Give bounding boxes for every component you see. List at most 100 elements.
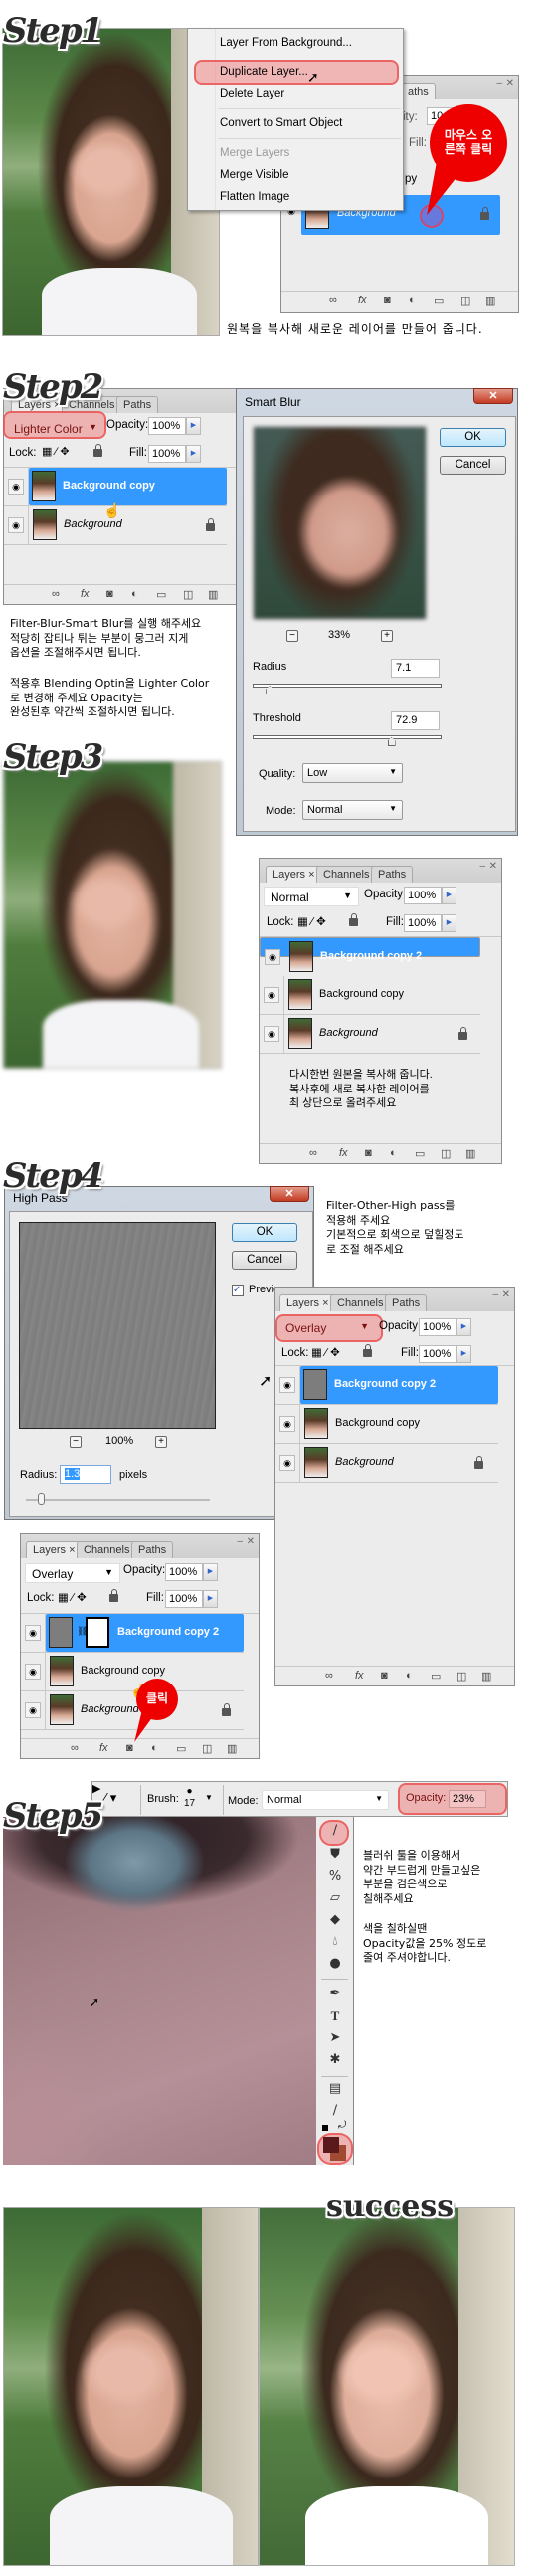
cancel-button[interactable]: Cancel (440, 456, 506, 475)
fill-arrow[interactable]: ▶ (186, 445, 201, 463)
opacity-arrow[interactable]: ▶ (92, 1783, 100, 1795)
menu-item-layer-from-background[interactable]: Layer From Background... (220, 37, 352, 49)
radius-input[interactable]: 1.3 (60, 1465, 111, 1484)
opacity-arrow[interactable]: ▶ (203, 1563, 218, 1581)
radius-slider[interactable] (253, 684, 442, 688)
zoom-out-button[interactable]: − (70, 1436, 82, 1448)
blend-mode-select[interactable]: Overlay ▼ (279, 1318, 375, 1338)
tab-channels[interactable]: Channels (316, 866, 377, 883)
layer-row[interactable]: ◉ Background copy 2 (260, 937, 480, 972)
default-colors-icon[interactable] (322, 2125, 328, 2131)
stamp-tool-icon[interactable]: ⛊ (324, 1847, 346, 1867)
blend-mode-select[interactable]: Normal ▼ (264, 887, 359, 906)
menu-item-convert-smart-object[interactable]: Convert to Smart Object (220, 117, 342, 129)
zoom-in-button[interactable]: + (155, 1436, 167, 1448)
preview-checkbox[interactable]: ✓ (232, 1285, 244, 1296)
close-icon[interactable]: ✕ (502, 1289, 510, 1300)
fill-arrow[interactable]: ▶ (456, 1345, 471, 1363)
layer-row[interactable]: ◉ Background (260, 1015, 480, 1054)
lock-icons[interactable]: ▦ ∕ ✥ (42, 445, 70, 458)
trash-icon[interactable]: ▥ (485, 295, 495, 307)
add-mask-icon[interactable]: ◙ (126, 1742, 133, 1754)
opacity-arrow[interactable]: ▶ (442, 887, 456, 904)
folder-icon[interactable]: ▭ (434, 295, 444, 307)
threshold-input[interactable]: 72.9 (391, 711, 440, 730)
tab-paths[interactable]: Paths (371, 866, 414, 883)
lock-icons[interactable]: ▦ ∕ ✥ (58, 1590, 87, 1604)
menu-item-merge-visible[interactable]: Merge Visible (220, 169, 288, 181)
minimize-icon[interactable]: – (492, 1289, 498, 1300)
menu-item-delete-layer[interactable]: Delete Layer (220, 88, 284, 99)
notes-tool-icon[interactable]: ▤ (324, 2081, 346, 2101)
link-icon[interactable]: ∞ (329, 295, 337, 306)
lock-all-icon[interactable] (363, 1344, 372, 1357)
eye-icon[interactable]: ◉ (264, 1026, 279, 1042)
threshold-slider[interactable] (253, 735, 442, 739)
tab-paths-partial[interactable]: aths (401, 83, 436, 99)
layer-row[interactable]: ◉ Background (4, 506, 227, 545)
menu-item-flatten-image[interactable]: Flatten Image (220, 191, 289, 203)
foreground-color-swatch[interactable] (323, 2137, 339, 2153)
opacity-input[interactable]: 100% (419, 1318, 456, 1336)
eye-icon[interactable]: ◉ (25, 1625, 41, 1641)
layer-row[interactable]: ◉ Background copy (260, 976, 480, 1015)
dodge-tool-icon[interactable]: ● (324, 1956, 346, 1976)
zoom-out-button[interactable]: − (286, 630, 298, 642)
paint-bucket-icon[interactable]: ◆ (324, 1912, 346, 1932)
ok-button[interactable]: OK (232, 1223, 297, 1242)
tab-layers[interactable]: Layers × (26, 1541, 83, 1558)
radius-slider-thumb[interactable] (38, 1493, 45, 1505)
tab-paths[interactable]: Paths (131, 1541, 174, 1558)
lock-icons[interactable]: ▦ ∕ ✥ (311, 1345, 340, 1359)
eye-icon[interactable]: ◉ (25, 1664, 41, 1680)
layer-mask-thumbnail[interactable] (86, 1617, 109, 1648)
tab-channels[interactable]: Channels (330, 1294, 391, 1311)
tab-layers[interactable]: Layers × (279, 1294, 336, 1311)
opacity-arrow[interactable]: ▶ (456, 1318, 471, 1336)
opacity-input[interactable]: 100% (404, 887, 442, 904)
layer-row[interactable]: ◉ Background copy 2 (275, 1366, 498, 1405)
radius-input[interactable]: 7.1 (391, 659, 440, 678)
eye-icon[interactable]: ◉ (25, 1702, 41, 1718)
fill-arrow[interactable]: ▶ (203, 1590, 218, 1608)
lock-icons[interactable]: ▦ ∕ ✥ (297, 914, 326, 928)
layer-row[interactable]: ◉ Background copy (4, 468, 227, 506)
eye-icon[interactable]: ◉ (279, 1455, 295, 1471)
mode-select[interactable]: Normal ▼ (262, 1790, 389, 1810)
close-button[interactable]: ✕ (270, 1186, 309, 1202)
eye-icon[interactable]: ◉ (279, 1416, 295, 1432)
quality-select[interactable]: Low ▼ (302, 763, 403, 783)
lock-all-icon[interactable] (109, 1589, 118, 1602)
layer-row[interactable]: ◉ Background (21, 1691, 244, 1730)
tab-paths[interactable]: Paths (116, 396, 159, 413)
mode-select[interactable]: Normal ▼ (302, 800, 403, 820)
close-icon[interactable]: ✕ (489, 861, 497, 872)
tab-layers[interactable]: Layers × (266, 866, 322, 883)
fill-input[interactable]: 100% (165, 1590, 203, 1608)
layer-row[interactable]: ◉ Background copy (275, 1405, 498, 1444)
zoom-in-button[interactable]: + (381, 630, 393, 642)
minimize-icon[interactable]: – (479, 861, 485, 872)
blend-mode-select[interactable]: Overlay ▼ (25, 1563, 120, 1583)
layer-row[interactable]: ◉ ⛓ Background copy 2 (21, 1614, 244, 1653)
mask-icon[interactable]: ◙ (384, 295, 391, 306)
menu-item-duplicate-layer[interactable]: Duplicate Layer... (220, 66, 308, 78)
tab-paths[interactable]: Paths (385, 1294, 428, 1311)
cancel-button[interactable]: Cancel (232, 1251, 297, 1270)
layer-row[interactable]: ◉ Background (275, 1444, 498, 1483)
brush-picker[interactable]: ● 17 (184, 1786, 195, 1810)
fill-input[interactable]: 100% (404, 914, 442, 932)
eraser-tool-icon[interactable]: ▱ (324, 1890, 346, 1910)
history-brush-icon[interactable]: % (324, 1869, 346, 1888)
eye-icon[interactable]: ◉ (8, 517, 24, 533)
lock-all-icon[interactable] (93, 444, 102, 457)
minimize-icon[interactable]: – (496, 78, 502, 89)
opacity-input[interactable]: 100% (165, 1563, 203, 1581)
blur-tool-icon[interactable]: 💧︎ (324, 1934, 346, 1954)
ok-button[interactable]: OK (440, 428, 506, 447)
adjustment-icon[interactable]: ◐ (409, 295, 416, 306)
new-layer-icon[interactable]: ◫ (460, 295, 470, 307)
lock-all-icon[interactable] (349, 913, 358, 926)
eye-icon[interactable]: ◉ (265, 949, 280, 965)
tab-channels[interactable]: Channels (77, 1541, 137, 1558)
